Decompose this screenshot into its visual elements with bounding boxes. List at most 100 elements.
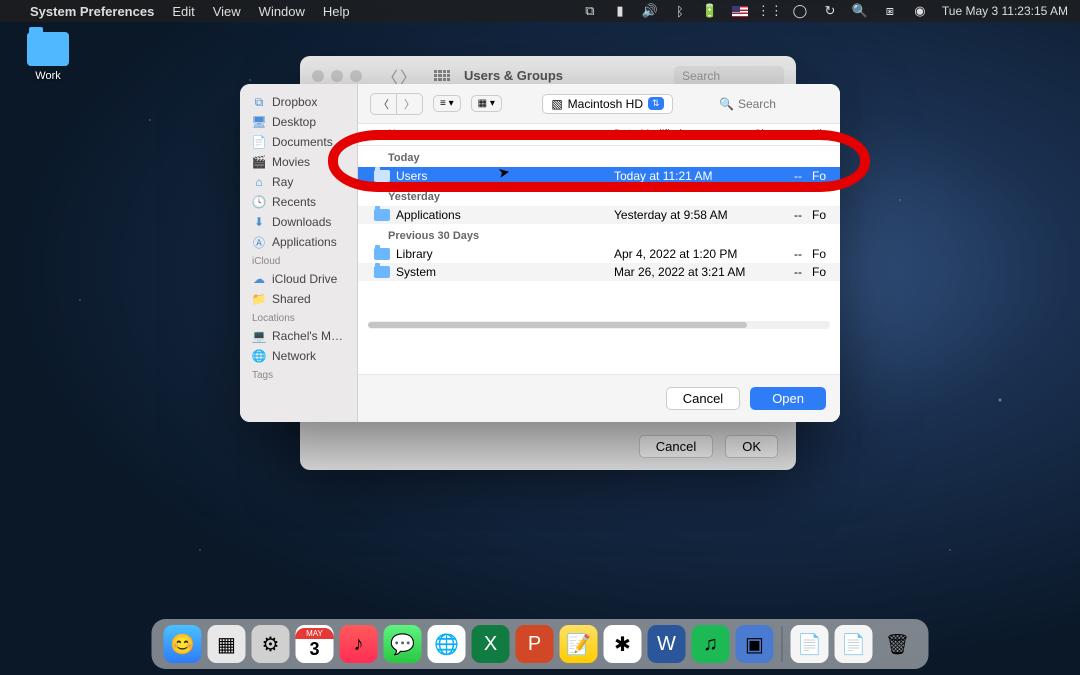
dock-powerpoint[interactable]: P [516,625,554,663]
dock-calendar[interactable]: MAY 3 [296,625,334,663]
dock-spotify[interactable]: ♫ [692,625,730,663]
dock-doc2[interactable]: 📄 [835,625,873,663]
sidebar-item-recents[interactable]: 🕓Recents [240,192,357,212]
cursor-icon: ➤ [497,163,512,182]
timemachine-icon[interactable]: ↻ [822,3,838,19]
desktop-folder-work[interactable]: Work [20,32,76,82]
dock: 😊 ▦ ⚙ MAY 3 ♪ 💬 🌐 X P 📝 ✱ W ♫ ▣ 📄 📄 🗑 [152,619,929,669]
file-dialog-toolbar: 〈〉 ≡ ▾ ▦ ▾ ▧ Macintosh HD ⇅ 🔍 [358,84,840,124]
sidebar-item-documents[interactable]: 📄Documents [240,132,357,152]
open-file-dialog: ⧉Dropbox🖥Desktop📄Documents🎬Movies⌂Ray🕓Re… [240,84,840,422]
grid-icon[interactable] [434,70,450,82]
wifi-icon[interactable]: ⋮⋮ [762,3,778,19]
dock-screenshot[interactable]: ▣ [736,625,774,663]
dock-notes[interactable]: 📝 [560,625,598,663]
folder-icon [374,266,390,278]
nav-buttons[interactable]: 〈〉 [370,93,423,115]
volume-icon[interactable]: 🔊 [642,3,658,19]
sidebar-item-downloads[interactable]: ⬇Downloads [240,212,357,232]
menu-edit[interactable]: Edit [172,4,194,19]
sidebar-item-network[interactable]: 🌐Network [240,346,357,366]
folder-label: Work [20,70,76,82]
control-center-icon[interactable]: ⧆ [882,3,898,19]
menu-view[interactable]: View [213,4,241,19]
prefs-search[interactable]: Search [674,66,784,86]
search-icon: 🔍 [719,97,734,111]
menu-help[interactable]: Help [323,4,350,19]
group-header: Today [358,146,840,167]
back-icon: 〈 [371,94,397,114]
hdd-icon: ▧ [551,97,562,111]
app-menu[interactable]: System Preferences [30,4,154,19]
dock-settings[interactable]: ⚙ [252,625,290,663]
recents-icon: 🕓 [252,195,266,209]
file-row-system[interactable]: SystemMar 26, 2022 at 3:21 AM--Fo [358,263,840,281]
movies-icon: 🎬 [252,155,266,169]
laptop-icon: 💻 [252,329,266,343]
dock-word[interactable]: W [648,625,686,663]
sidebar-item-movies[interactable]: 🎬Movies [240,152,357,172]
siri-icon[interactable]: ◉ [912,3,928,19]
dock-launchpad[interactable]: ▦ [208,625,246,663]
file-row-applications[interactable]: ApplicationsYesterday at 9:58 AM--Fo [358,206,840,224]
window-title: Users & Groups [464,68,563,83]
sidebar-item-desktop[interactable]: 🖥Desktop [240,112,357,132]
dock-chrome[interactable]: 🌐 [428,625,466,663]
prefs-cancel-button[interactable]: Cancel [639,435,713,458]
dropbox-status-icon[interactable]: ⧉ [582,3,598,19]
sidebar-item-applications[interactable]: ⒶApplications [240,232,357,252]
dock-doc1[interactable]: 📄 [791,625,829,663]
file-row-users[interactable]: UsersToday at 11:21 AM--Fo [358,167,840,185]
sidebar-item-shared[interactable]: 📁Shared [240,289,357,309]
sidebar-item-ray[interactable]: ⌂Ray [240,172,357,192]
col-kind[interactable]: Ki [812,128,840,141]
file-dialog-search[interactable]: 🔍 [713,95,828,113]
battery-saver-icon[interactable]: ▮ [612,3,628,19]
user-icon[interactable]: ◯ [792,3,808,19]
col-name[interactable]: Name [358,128,595,141]
prefs-ok-button[interactable]: OK [725,435,778,458]
col-date[interactable]: Date Modified [614,128,754,141]
desktop-icon: 🖥 [252,115,266,129]
view-list-button[interactable]: ≡ ▾ [433,95,461,112]
dock-finder[interactable]: 😊 [164,625,202,663]
sidebar-item-dropbox[interactable]: ⧉Dropbox [240,92,357,112]
location-dropdown[interactable]: ▧ Macintosh HD ⇅ [542,94,672,114]
window-controls[interactable] [312,70,362,82]
spotlight-icon[interactable]: 🔍 [852,3,868,19]
battery-icon[interactable]: 🔋 [702,3,718,19]
file-row-library[interactable]: LibraryApr 4, 2022 at 1:20 PM--Fo [358,245,840,263]
home-icon: ⌂ [252,175,266,189]
menu-window[interactable]: Window [259,4,305,19]
search-input[interactable] [738,97,818,111]
sidebar-item-iclouddrive[interactable]: ☁iCloud Drive [240,269,357,289]
bluetooth-icon[interactable]: ᛒ [672,3,688,19]
dock-excel[interactable]: X [472,625,510,663]
folder-icon [374,209,390,221]
col-size[interactable]: Size [754,128,812,141]
dock-trash[interactable]: 🗑 [879,625,917,663]
downloads-icon: ⬇ [252,215,266,229]
horizontal-scrollbar[interactable] [368,321,830,329]
dock-separator [782,626,783,662]
dock-music[interactable]: ♪ [340,625,378,663]
column-headers[interactable]: Name ⌃ Date Modified Size Ki [358,124,840,146]
applications-icon: Ⓐ [252,235,266,249]
flag-icon[interactable] [732,3,748,19]
forward-icon: 〉 [397,94,422,114]
location-label: Macintosh HD [568,97,643,111]
cloud-icon: ☁ [252,272,266,286]
sidebar-locations-header: Locations [240,309,357,326]
documents-icon: 📄 [252,135,266,149]
sort-icon[interactable]: ⌃ [595,128,604,141]
dock-messages[interactable]: 💬 [384,625,422,663]
open-button[interactable]: Open [750,387,826,410]
sidebar-item-rachelsm[interactable]: 💻Rachel's M… [240,326,357,346]
view-grid-button[interactable]: ▦ ▾ [471,95,502,112]
cancel-button[interactable]: Cancel [666,387,740,410]
folder-icon [374,170,390,182]
menubar-clock[interactable]: Tue May 3 11:23:15 AM [942,4,1068,18]
folder-icon [27,32,69,66]
dock-slack[interactable]: ✱ [604,625,642,663]
file-dialog-sidebar: ⧉Dropbox🖥Desktop📄Documents🎬Movies⌂Ray🕓Re… [240,84,358,422]
